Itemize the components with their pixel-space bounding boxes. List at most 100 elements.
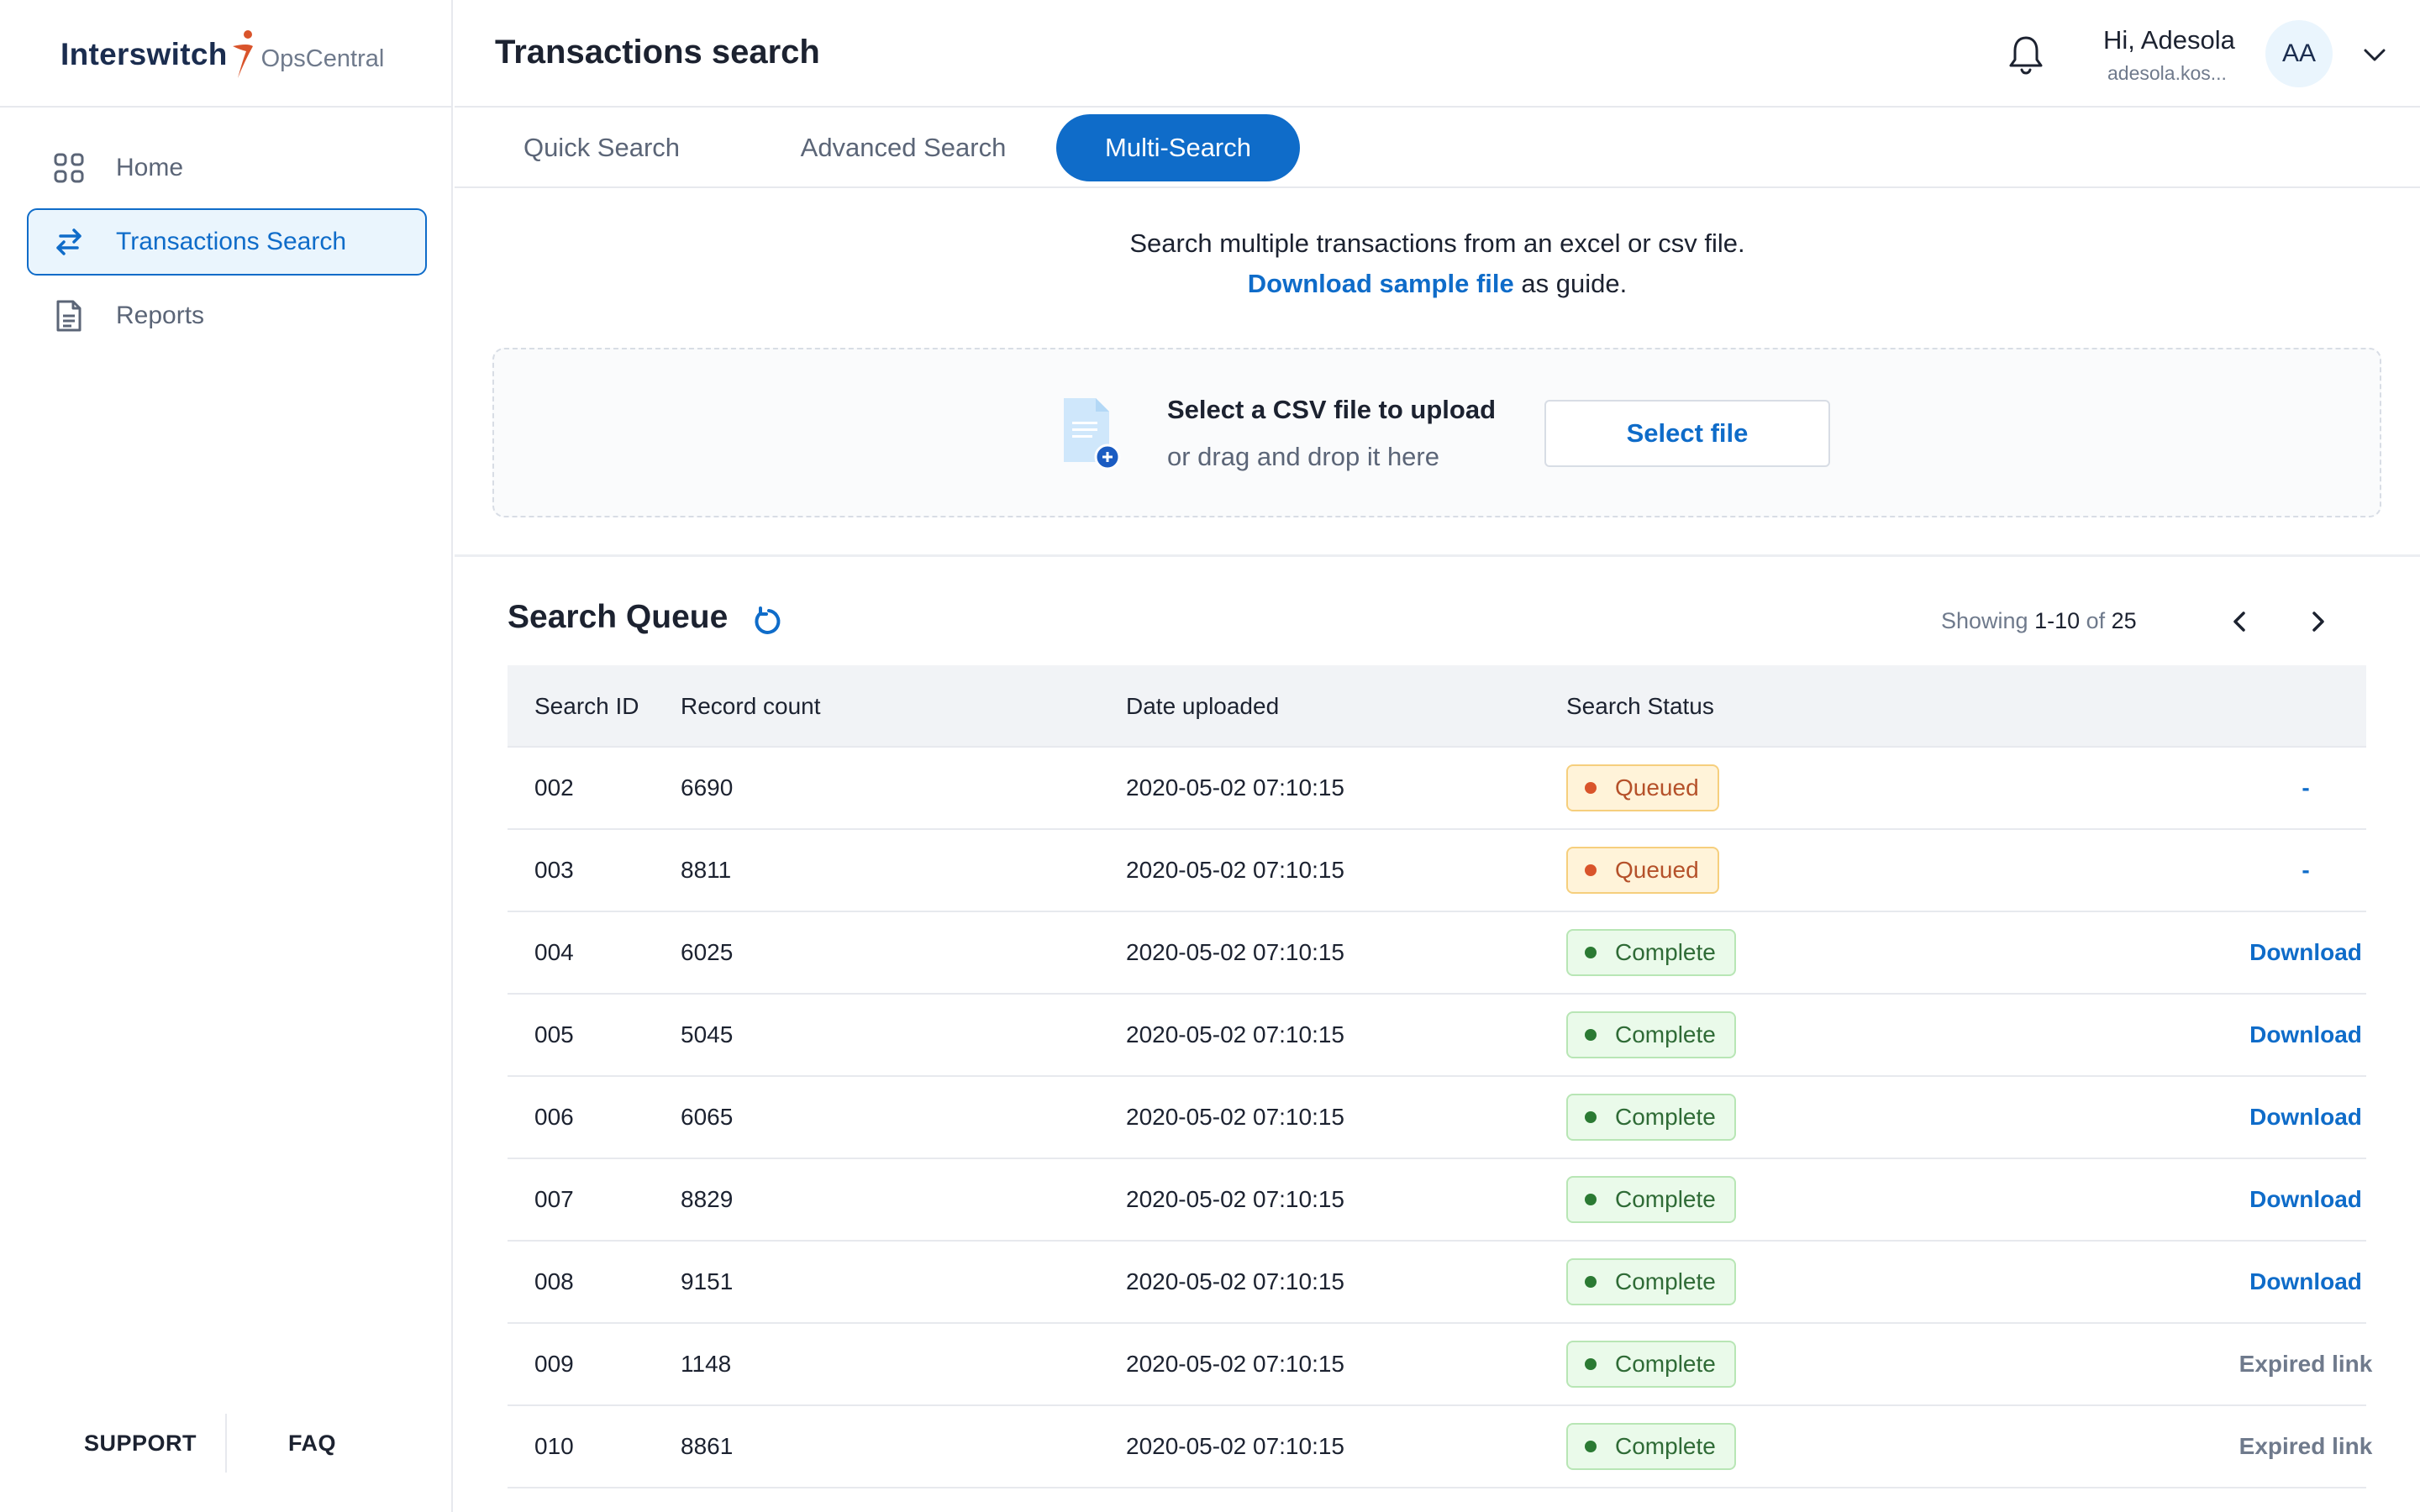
status-cell: Complete — [1566, 1242, 1736, 1322]
sidebar-item-transactions-search[interactable]: Transactions Search — [27, 208, 427, 276]
showing-prefix: Showing — [1941, 608, 2035, 633]
chevron-right-icon[interactable] — [2302, 605, 2333, 638]
status-label: Complete — [1615, 1433, 1716, 1459]
status-cell: Complete — [1566, 1159, 1736, 1240]
record-count-cell: 5045 — [681, 1021, 734, 1047]
status-cell: Queued — [1566, 830, 1719, 911]
tab-advanced-search[interactable]: Advanced Search — [769, 114, 1038, 181]
tab-multi-search[interactable]: Multi-Search — [1056, 114, 1300, 181]
record-count-cell: 9151 — [681, 1268, 734, 1294]
column-header-search-id: Search ID — [534, 693, 639, 719]
record-count-cell: 8861 — [681, 1433, 734, 1459]
action-cell: Download — [2205, 1159, 2407, 1240]
sidebar: Interswitch OpsCentral Home Transactions… — [0, 0, 453, 1512]
table-row: 004 6025 2020-05-02 07:10:15 Complete Downlo… — [508, 912, 2366, 995]
status-cell: Complete — [1566, 1406, 1736, 1487]
sidebar-item-home[interactable]: Home — [27, 134, 427, 202]
status-dot-icon — [1585, 1194, 1597, 1205]
status-dot-icon — [1585, 1029, 1597, 1041]
table-row: 007 8829 2020-05-02 07:10:15 Complete Downlo… — [508, 1159, 2366, 1242]
status-dot-icon — [1585, 864, 1597, 876]
status-label: Complete — [1615, 939, 1716, 965]
status-badge: Complete — [1566, 1011, 1736, 1058]
record-count-cell: 6025 — [681, 939, 734, 965]
table-row: 008 9151 2020-05-02 07:10:15 Complete Downlo… — [508, 1242, 2366, 1324]
expired-link-label: Expired link — [2238, 1351, 2373, 1377]
logo[interactable]: Interswitch OpsCentral — [60, 25, 384, 84]
column-header-search-status: Search Status — [1566, 693, 1714, 719]
column-header-date-uploaded: Date uploaded — [1126, 693, 1280, 719]
status-dot-icon — [1585, 947, 1597, 958]
download-sample-link[interactable]: Download sample file — [1248, 269, 1514, 298]
status-cell: Complete — [1566, 1324, 1736, 1404]
table-row: 010 8861 2020-05-02 07:10:15 Complete Expire… — [508, 1406, 2372, 1488]
search-tabs: Quick Search Advanced Search Multi-Searc… — [455, 109, 2420, 188]
action-cell: - — [2205, 748, 2407, 828]
top-header: Transactions search Hi, Adesola adesola.… — [455, 0, 2420, 108]
action-cell: Download — [2205, 1077, 2407, 1158]
action-cell: - — [2205, 830, 2407, 911]
table-row: 003 8811 2020-05-02 07:10:15 Queued - — [508, 830, 2366, 912]
action-cell: Download — [2205, 995, 2407, 1075]
download-link[interactable]: Download — [2249, 1021, 2362, 1048]
status-dot-icon — [1585, 1358, 1597, 1370]
record-count-cell: 8811 — [681, 857, 732, 883]
status-badge: Complete — [1566, 1258, 1736, 1305]
refresh-icon[interactable] — [750, 605, 784, 638]
record-count-cell: 6690 — [681, 774, 734, 801]
avatar[interactable]: AA — [2265, 20, 2333, 87]
showing-range: 1-10 — [2034, 608, 2081, 633]
bell-icon[interactable] — [2007, 34, 2045, 76]
sidebar-nav: Home Transactions Search Reports — [27, 134, 427, 356]
select-file-button[interactable]: Select file — [1544, 400, 1830, 467]
sidebar-item-label: Reports — [116, 302, 205, 329]
download-link[interactable]: Download — [2249, 939, 2362, 966]
download-link[interactable]: Download — [2249, 1268, 2362, 1295]
sidebar-divider — [0, 106, 453, 108]
sidebar-item-label: Home — [116, 154, 184, 181]
date-uploaded-cell: 2020-05-02 07:10:15 — [1126, 1186, 1344, 1212]
status-dot-icon — [1585, 1111, 1597, 1123]
date-uploaded-cell: 2020-05-02 07:10:15 — [1126, 1268, 1344, 1294]
table-header: Search ID Record count Date uploaded Sea… — [508, 665, 2366, 748]
status-badge: Complete — [1566, 1094, 1736, 1141]
action-cell: Expired link — [2205, 1406, 2407, 1487]
showing-total: 25 — [2111, 608, 2137, 633]
sidebar-footer: SUPPORT FAQ — [0, 1414, 453, 1473]
record-count-cell: 8829 — [681, 1186, 734, 1212]
date-uploaded-cell: 2020-05-02 07:10:15 — [1126, 939, 1344, 965]
date-uploaded-cell: 2020-05-02 07:10:15 — [1126, 1021, 1344, 1047]
status-badge: Complete — [1566, 1176, 1736, 1223]
search-queue-title: Search Queue — [508, 599, 729, 635]
status-cell: Complete — [1566, 1077, 1736, 1158]
download-link[interactable]: Download — [2249, 1186, 2362, 1213]
support-link[interactable]: SUPPORT — [84, 1431, 197, 1457]
status-label: Complete — [1615, 1186, 1716, 1212]
status-label: Complete — [1615, 1021, 1716, 1047]
status-dot-icon — [1585, 782, 1597, 794]
status-label: Complete — [1615, 1351, 1716, 1377]
app-root: Interswitch OpsCentral Home Transactions… — [0, 0, 2420, 1512]
search-id-cell: 009 — [534, 1351, 574, 1377]
document-icon — [52, 299, 86, 333]
date-uploaded-cell: 2020-05-02 07:10:15 — [1126, 857, 1344, 883]
search-id-cell: 005 — [534, 1021, 574, 1047]
chevron-down-icon[interactable] — [2360, 40, 2389, 69]
chevron-left-icon[interactable] — [2225, 605, 2255, 638]
status-cell: Complete — [1566, 995, 1736, 1075]
status-cell: Complete — [1566, 912, 1736, 993]
file-dropzone[interactable]: Select a CSV file to upload or drag and … — [492, 348, 2381, 517]
date-uploaded-cell: 2020-05-02 07:10:15 — [1126, 1433, 1344, 1459]
logo-wordmark: Interswitch — [60, 37, 228, 71]
status-badge: Complete — [1566, 1341, 1736, 1388]
faq-link[interactable]: FAQ — [288, 1431, 336, 1457]
download-link[interactable]: Download — [2249, 1104, 2362, 1131]
date-uploaded-cell: 2020-05-02 07:10:15 — [1126, 1104, 1344, 1130]
status-label: Queued — [1615, 857, 1699, 883]
tab-quick-search[interactable]: Quick Search — [505, 114, 698, 181]
sidebar-item-reports[interactable]: Reports — [27, 282, 427, 349]
dropzone-title: Select a CSV file to upload — [1167, 395, 1497, 424]
column-header-record-count: Record count — [681, 693, 821, 719]
showing-of: of — [2080, 608, 2112, 633]
record-count-cell: 6065 — [681, 1104, 734, 1130]
